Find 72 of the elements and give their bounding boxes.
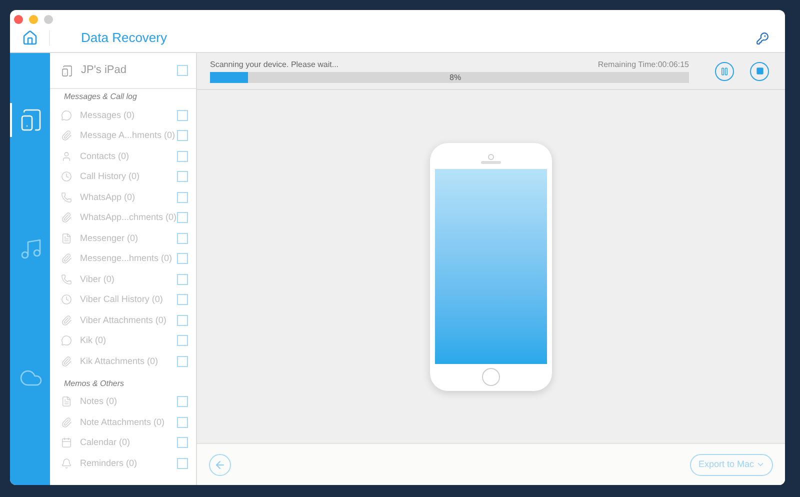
checkbox[interactable]	[177, 232, 188, 244]
key-icon[interactable]	[756, 32, 769, 44]
category-label[interactable]: WhatsApp...chments (0)	[80, 211, 177, 224]
category-label[interactable]: Kik (0)	[80, 334, 177, 348]
clock-icon	[61, 171, 72, 182]
paperclip-icon	[61, 356, 72, 367]
checkbox[interactable]	[177, 274, 188, 285]
category-label[interactable]: Contacts (0)	[80, 150, 177, 163]
music-note-icon	[19, 237, 43, 261]
device-name: JP's iPad	[81, 63, 128, 78]
category-label[interactable]: Call History (0)	[80, 170, 177, 184]
paperclip-icon	[61, 212, 72, 224]
checkbox[interactable]	[177, 314, 188, 326]
pause-button[interactable]	[715, 62, 734, 80]
chat-bubble-icon	[61, 335, 72, 346]
window-title: Data Recovery	[81, 29, 167, 48]
category-label[interactable]: Reminders (0)	[80, 456, 177, 470]
checkbox[interactable]	[177, 212, 188, 224]
paperclip-icon	[61, 130, 72, 142]
clock-icon	[61, 294, 72, 306]
scan-status: Scanning your device. Please wait...	[210, 59, 339, 71]
checkbox[interactable]	[177, 437, 188, 448]
person-icon	[61, 150, 72, 162]
bell-icon	[61, 458, 72, 469]
note-icon	[61, 396, 72, 408]
checkbox[interactable]	[177, 416, 188, 428]
stop-button[interactable]	[750, 62, 769, 80]
pause-icon	[720, 66, 729, 76]
checkbox[interactable]	[177, 396, 188, 408]
back-button[interactable]	[209, 454, 231, 476]
category-label[interactable]: Message A...hments (0)	[80, 129, 177, 142]
note-icon	[61, 232, 72, 244]
category-label[interactable]: Messages (0)	[80, 108, 177, 122]
checkbox[interactable]	[177, 192, 188, 203]
paperclip-icon	[61, 253, 72, 264]
category-label[interactable]: Viber Attachments (0)	[80, 314, 177, 327]
chevron-down-icon	[756, 460, 765, 469]
calendar-icon	[61, 437, 72, 448]
back-arrow-icon	[214, 458, 226, 470]
home-icon[interactable]	[22, 30, 38, 46]
checkbox[interactable]	[177, 171, 188, 182]
category-label[interactable]: WhatsApp (0)	[80, 190, 177, 204]
section-title: Messages & Call log	[63, 91, 138, 103]
checkbox[interactable]	[177, 150, 188, 162]
chat-bubble-icon	[61, 110, 72, 121]
checkbox[interactable]	[177, 335, 188, 346]
category-label[interactable]: Notes (0)	[80, 395, 177, 408]
checkbox[interactable]	[177, 110, 188, 121]
checkbox[interactable]	[177, 294, 188, 306]
category-label[interactable]: Messenger (0)	[80, 232, 177, 245]
checkbox[interactable]	[177, 458, 188, 469]
category-label[interactable]: Viber Call History (0)	[80, 293, 177, 306]
category-label[interactable]: Messenge...hments (0)	[80, 252, 177, 266]
checkbox[interactable]	[177, 130, 188, 142]
category-label[interactable]: Kik Attachments (0)	[80, 354, 177, 368]
checkbox[interactable]	[177, 253, 188, 264]
tablet-icon	[19, 108, 43, 132]
tablet-icon	[61, 64, 73, 78]
category-label[interactable]: Note Attachments (0)	[80, 416, 177, 429]
remaining-time: Remaining Time:00:06:15	[598, 59, 689, 71]
export-button[interactable]: Export to Mac	[690, 454, 773, 476]
section-title: Memos & Others	[63, 378, 126, 390]
progress-percent: 8%	[450, 72, 462, 83]
checkbox[interactable]	[177, 356, 188, 367]
category-label[interactable]: Viber (0)	[80, 272, 177, 286]
category-label[interactable]: Calendar (0)	[80, 436, 177, 450]
paperclip-icon	[61, 314, 72, 326]
checkbox[interactable]	[177, 65, 188, 76]
phone-icon	[61, 274, 72, 285]
stop-icon	[756, 67, 764, 75]
phone-icon	[61, 192, 72, 203]
paperclip-icon	[61, 416, 72, 428]
